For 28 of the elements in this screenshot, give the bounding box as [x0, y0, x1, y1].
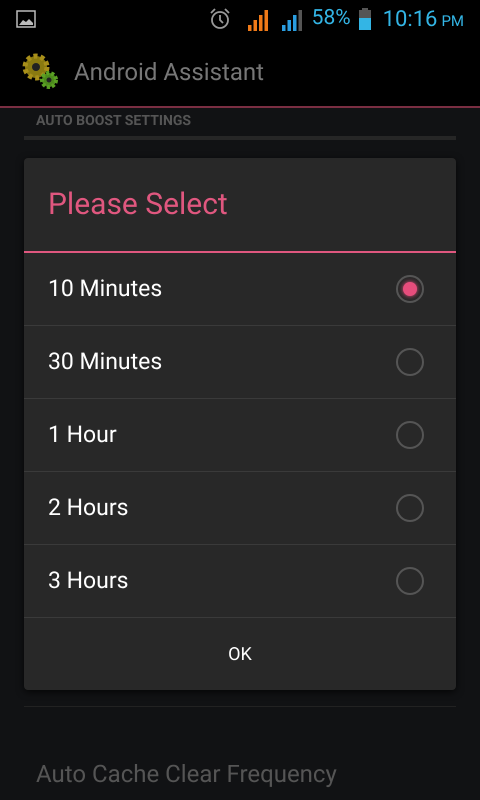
radio-button[interactable] — [396, 494, 424, 522]
option-row[interactable]: 2 Hours — [24, 472, 456, 545]
clock-meridiem: PM — [441, 10, 464, 32]
radio-button[interactable] — [396, 348, 424, 376]
option-label: 10 Minutes — [48, 274, 164, 304]
option-label: 2 Hours — [48, 492, 130, 523]
option-label: 30 Minutes — [48, 346, 164, 377]
image-icon — [16, 10, 36, 28]
app-title: Android Assistant — [74, 57, 264, 88]
section-header: AUTO BOOST SETTINGS — [36, 113, 192, 129]
dialog-title: Please Select — [48, 186, 228, 224]
clock-time: 10:16 — [382, 6, 438, 34]
battery-icon — [358, 8, 371, 30]
radio-button[interactable] — [396, 275, 424, 303]
signal-icon — [282, 7, 304, 31]
radio-button[interactable] — [396, 421, 424, 449]
battery-percentage: 58% — [312, 5, 351, 32]
alarm-clock-icon — [208, 7, 232, 31]
radio-button[interactable] — [396, 567, 424, 595]
option-label: 1 Hour — [48, 420, 118, 450]
option-label: 3 Hours — [48, 566, 130, 596]
setting-title: Auto Cache Clear Frequency — [36, 759, 338, 790]
ok-button[interactable]: OK — [24, 618, 456, 690]
signal-icon — [248, 7, 270, 31]
option-row[interactable]: 3 Hours — [24, 545, 456, 618]
option-row[interactable]: 10 Minutes — [24, 253, 456, 326]
option-row[interactable]: 1 Hour — [24, 399, 456, 472]
option-row[interactable]: 30 Minutes — [24, 326, 456, 399]
